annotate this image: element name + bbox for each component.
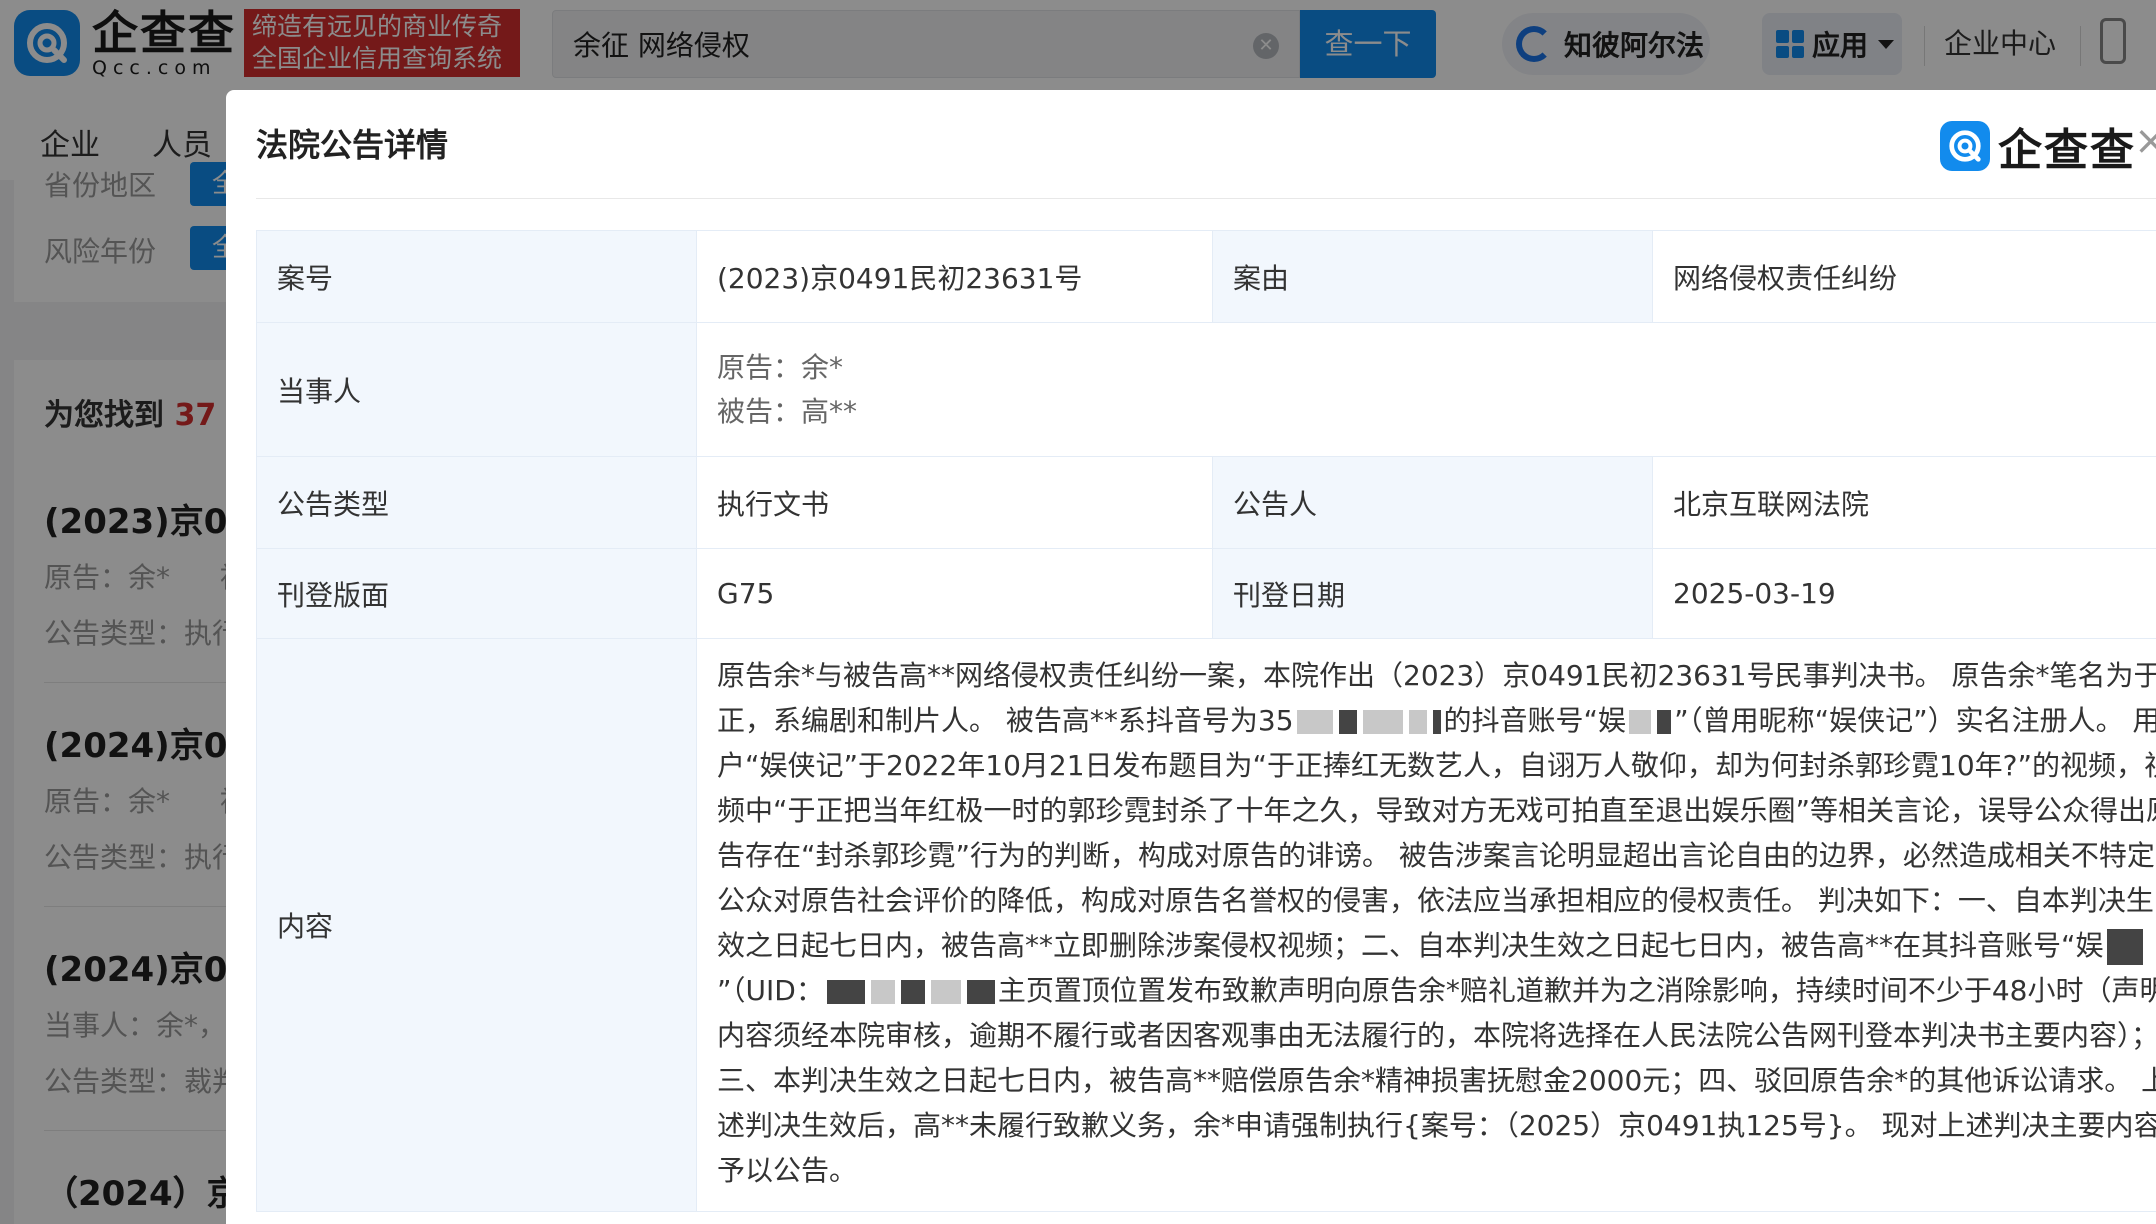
- plaintiff-value: 原告：余*: [717, 350, 844, 384]
- modal-divider: [256, 198, 2156, 199]
- redacted-block: [1362, 710, 1403, 734]
- redacted-block: [930, 980, 961, 1004]
- table-row: 案号 (2023)京0491民初23631号 案由 网络侵权责任纠纷: [256, 230, 2156, 323]
- modal-logo-text: 企查查: [1998, 125, 2136, 176]
- redacted-block: [1657, 710, 1672, 734]
- content-label: 内容: [256, 638, 697, 1212]
- redacted-block: [826, 980, 865, 1004]
- qcc-logo-icon: [1940, 121, 1990, 171]
- announcer-label: 公告人: [1212, 456, 1653, 549]
- redacted-block: [1408, 710, 1427, 734]
- publish-date-value: 2025-03-19: [1652, 548, 2156, 639]
- case-cause-value: 网络侵权责任纠纷: [1652, 230, 2156, 323]
- table-row: 公告类型 执行文书 公告人 北京互联网法院: [256, 456, 2156, 549]
- notice-type-value: 执行文书: [696, 456, 1213, 549]
- court-notice-modal: 法院公告详情 企查查 × 案号 (2023)京0491民初23631号 案由 网…: [226, 90, 2156, 1224]
- notice-type-label: 公告类型: [256, 456, 697, 549]
- redacted-block: [1338, 710, 1357, 734]
- redacted-block: [870, 980, 895, 1004]
- redacted-block: [1432, 710, 1441, 734]
- publish-date-label: 刊登日期: [1212, 548, 1653, 639]
- announcer-value: 北京互联网法院: [1652, 456, 2156, 549]
- table-row: 当事人 原告：余* 被告：高**: [256, 322, 2156, 457]
- modal-qcc-logo: 企查查: [1940, 114, 2136, 178]
- redacted-block: [966, 980, 995, 1004]
- case-number-link[interactable]: (2023)京0491民初23631号: [696, 230, 1213, 323]
- redacted-block: [1296, 710, 1333, 734]
- close-icon[interactable]: ×: [2134, 118, 2156, 164]
- table-row: 刊登版面 G75 刊登日期 2025-03-19: [256, 548, 2156, 639]
- publish-page-value: G75: [696, 548, 1213, 639]
- defendant-value: 被告：高**: [717, 394, 858, 428]
- case-number-label: 案号: [256, 230, 697, 323]
- case-cause-label: 案由: [1212, 230, 1653, 323]
- publish-page-label: 刊登版面: [256, 548, 697, 639]
- parties-value: 原告：余* 被告：高**: [696, 322, 2156, 457]
- notice-content-text: 原告余*与被告高**网络侵权责任纠纷一案，本院作出（2023）京0491民初23…: [717, 659, 2156, 1187]
- notice-detail-table: 案号 (2023)京0491民初23631号 案由 网络侵权责任纠纷 当事人 原…: [256, 230, 2156, 1212]
- redacted-block: [900, 980, 925, 1004]
- table-row: 内容 原告余*与被告高**网络侵权责任纠纷一案，本院作出（2023）京0491民…: [256, 638, 2156, 1212]
- redacted-block: [1629, 710, 1652, 734]
- redacted-block: [2106, 929, 2143, 965]
- content-value: 原告余*与被告高**网络侵权责任纠纷一案，本院作出（2023）京0491民初23…: [696, 638, 2156, 1212]
- modal-title: 法院公告详情: [256, 126, 449, 164]
- parties-label: 当事人: [256, 322, 697, 457]
